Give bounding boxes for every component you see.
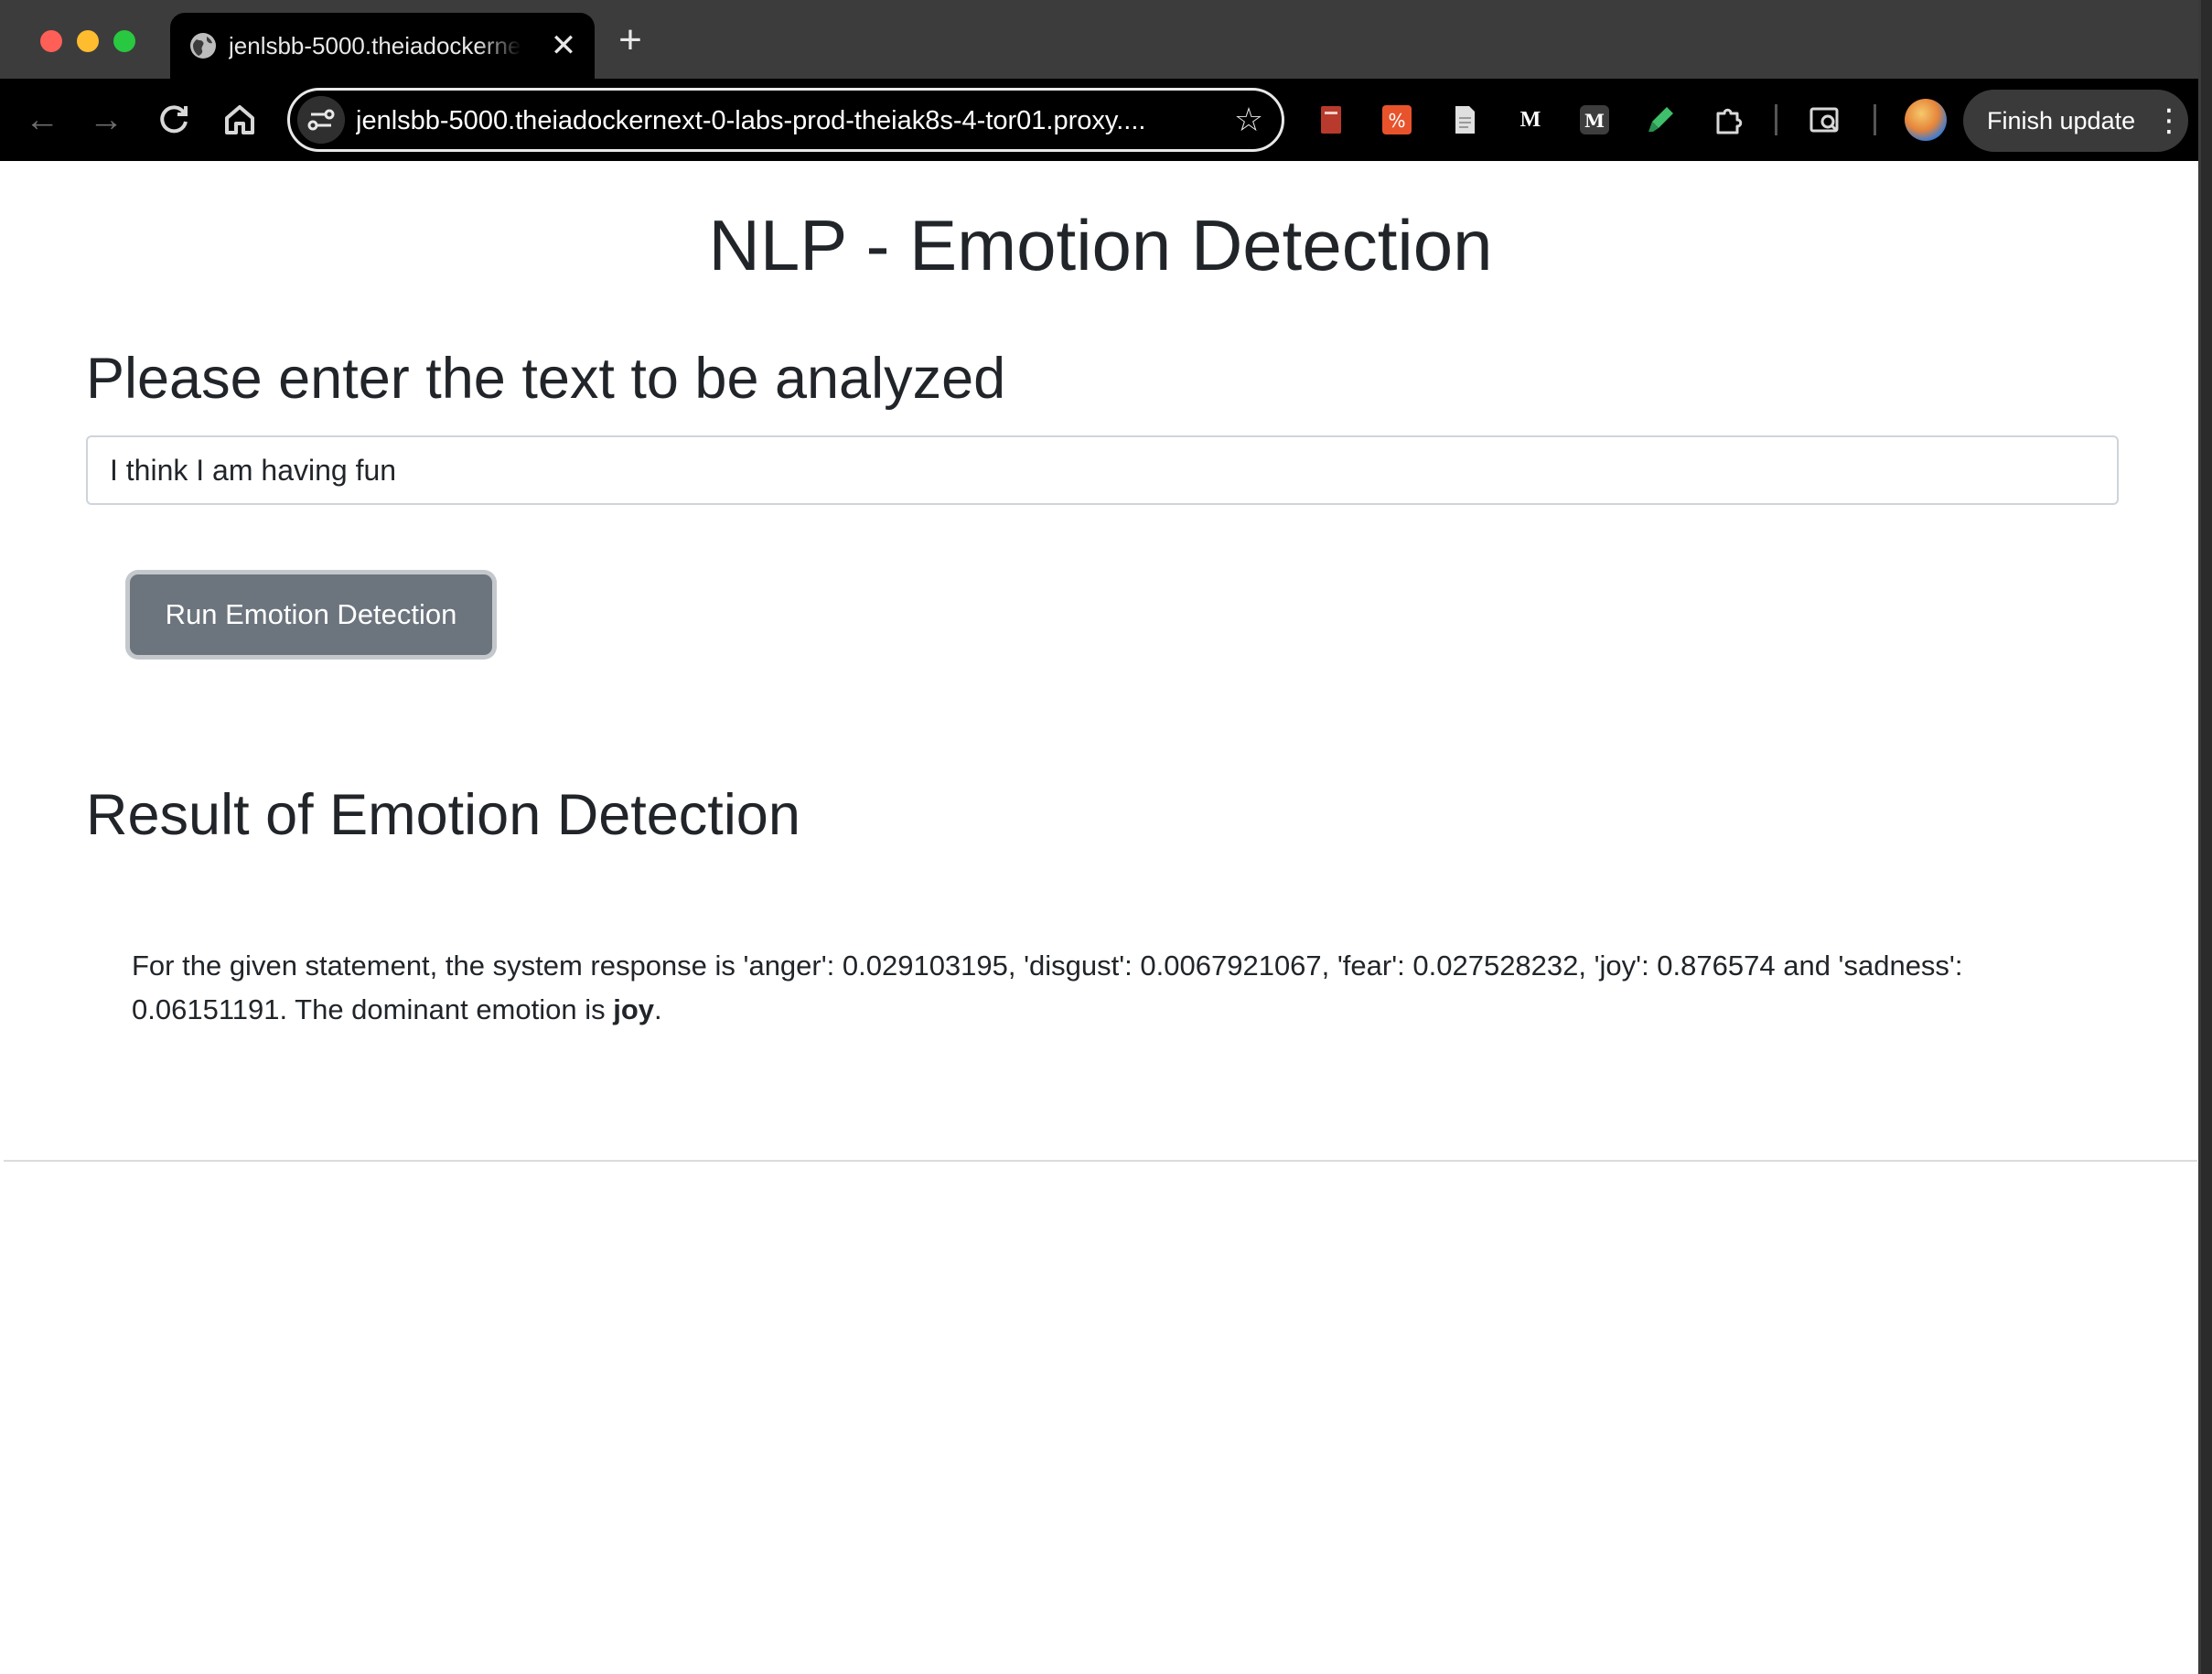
address-bar[interactable]: jenlsbb-5000.theiadockernext-0-labs-prod… — [287, 88, 1284, 152]
pdf-icon[interactable] — [1314, 102, 1348, 137]
svg-text:M: M — [1584, 110, 1605, 132]
more-menu-icon[interactable]: ⋮ — [2153, 90, 2185, 152]
window-edge — [2201, 0, 2212, 1674]
result-suffix: . — [654, 993, 662, 1025]
bookmark-star-icon[interactable]: ☆ — [1229, 100, 1269, 140]
globe-icon — [190, 33, 216, 59]
text-to-analyze-input[interactable] — [86, 435, 2119, 505]
run-emotion-detection-button[interactable]: Run Emotion Detection — [130, 574, 492, 655]
home-icon[interactable] — [218, 98, 262, 142]
finish-update-button[interactable]: Finish update ⋮ — [1963, 90, 2188, 152]
translate-icon[interactable]: % — [1380, 102, 1414, 137]
medium-dark-icon[interactable]: M — [1577, 102, 1612, 137]
medium-icon[interactable]: M — [1513, 102, 1548, 137]
finish-update-label: Finish update — [1987, 107, 2136, 134]
site-settings-icon[interactable] — [297, 96, 345, 144]
tab-title: jenlsbb-5000.theiadockernext-0-labs-prod… — [229, 32, 521, 59]
puzzle-icon[interactable] — [1711, 102, 1745, 137]
result-heading: Result of Emotion Detection — [86, 783, 800, 847]
new-tab-button[interactable]: + — [609, 20, 651, 62]
browser-window: jenlsbb-5000.theiadockernext-0-labs-prod… — [0, 0, 2201, 1674]
profile-avatar[interactable] — [1905, 99, 1947, 141]
result-text: For the given statement, the system resp… — [132, 944, 2108, 1032]
result-scores: For the given statement, the system resp… — [132, 950, 1963, 1025]
window-close-button[interactable] — [40, 30, 62, 52]
tab-active[interactable]: jenlsbb-5000.theiadockernext-0-labs-prod… — [170, 13, 595, 79]
browser-toolbar: ← → jenlsbb-5000.theiadockernext-0-labs-… — [0, 79, 2198, 161]
reload-icon[interactable] — [152, 98, 196, 142]
dominant-emotion: joy — [613, 993, 655, 1025]
window-minimize-button[interactable] — [77, 30, 99, 52]
svg-text:%: % — [1388, 110, 1405, 132]
page-title: NLP - Emotion Detection — [708, 205, 1493, 285]
back-arrow-icon[interactable]: ← — [20, 98, 64, 142]
forward-arrow-icon[interactable]: → — [84, 98, 128, 142]
highlighter-icon[interactable] — [1643, 102, 1678, 137]
tab-search-icon[interactable] — [1808, 102, 1842, 137]
toolbar-separator — [1775, 104, 1777, 135]
close-tab-icon[interactable]: ✕ — [545, 27, 582, 64]
toolbar-separator — [1874, 104, 1876, 135]
document-icon[interactable] — [1447, 102, 1482, 137]
window-maximize-button[interactable] — [113, 30, 135, 52]
tab-strip: jenlsbb-5000.theiadockernext-0-labs-prod… — [0, 0, 2198, 79]
page-content: NLP - Emotion Detection Please enter the… — [4, 161, 2197, 1162]
url-text[interactable]: jenlsbb-5000.theiadockernext-0-labs-prod… — [356, 102, 1216, 140]
prompt-heading: Please enter the text to be analyzed — [86, 347, 1006, 411]
